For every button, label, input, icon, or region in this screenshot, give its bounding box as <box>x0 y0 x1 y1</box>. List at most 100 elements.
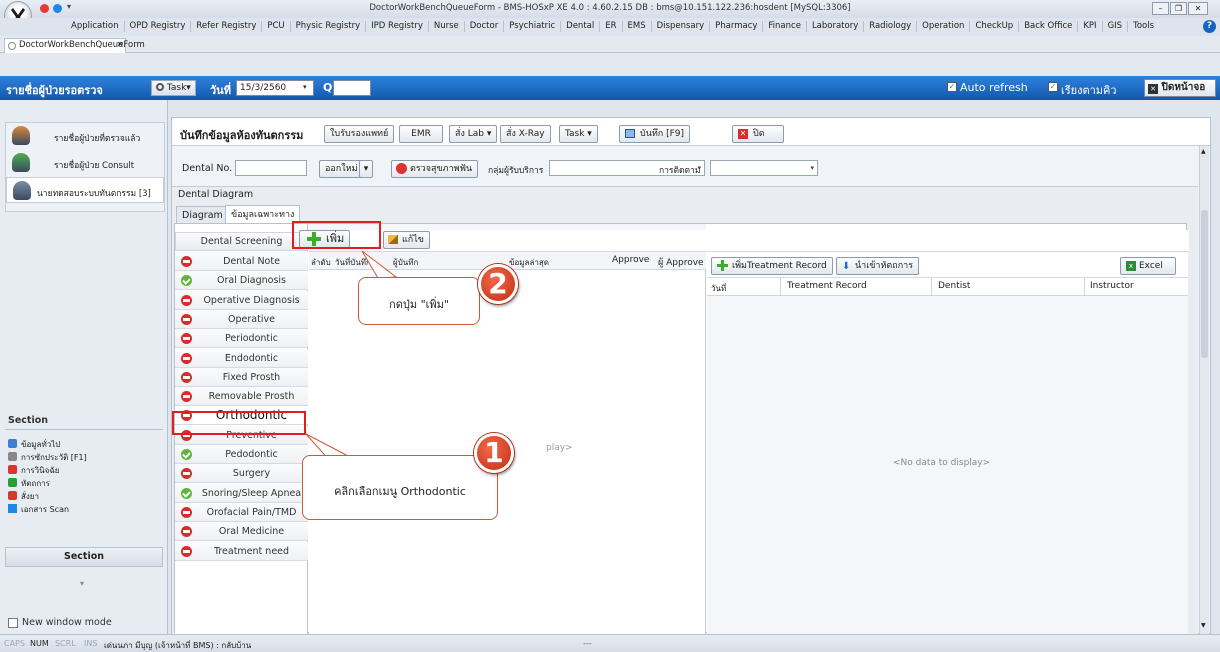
sidebar-item-orofacial-pain-tmd[interactable]: Orofacial Pain/TMD <box>175 502 308 522</box>
close-form-button[interactable]: ✕ ปิด <box>732 125 784 143</box>
new-number-dropdown[interactable]: ▾ <box>359 160 373 178</box>
menu-physic-registry[interactable]: Physic Registry <box>289 21 366 32</box>
menu-dental[interactable]: Dental <box>560 21 599 32</box>
grid1-col-date[interactable]: วันที่บันทึก <box>335 256 371 269</box>
section-item[interactable]: การวินิจฉัย <box>8 463 158 476</box>
sidebar-item-dental-note[interactable]: Dental Note <box>175 252 308 271</box>
menu-application[interactable]: Application <box>66 21 124 32</box>
auto-refresh-checkbox[interactable]: ✓ <box>947 82 957 92</box>
save-button[interactable]: บันทึก [F9] <box>619 125 691 143</box>
import-procedure-button[interactable]: ⬇ นำเข้าหัตถการ <box>836 257 920 275</box>
emr-button[interactable]: EMR <box>399 125 443 143</box>
add-treatment-button[interactable]: เพิ่มTreatment Record <box>711 257 833 275</box>
medical-cert-button[interactable]: ใบรับรองแพทย์ <box>324 125 395 143</box>
step-2-badge: 2 <box>478 264 518 304</box>
date-picker[interactable]: 15/3/2560 ▾ <box>236 80 314 96</box>
section-item[interactable]: การซักประวัติ [F1] <box>8 450 158 463</box>
close-screen-button[interactable]: ✕ ปิดหน้าจอ <box>1144 79 1216 97</box>
task-dropdown[interactable]: Task▾ <box>151 80 196 96</box>
menu-refer-registry[interactable]: Refer Registry <box>190 21 261 32</box>
menu-ipd-registry[interactable]: IPD Registry <box>365 21 428 32</box>
quick-access-icon-2[interactable] <box>53 4 62 13</box>
tab-close-icon[interactable]: ✕ <box>117 40 124 49</box>
menu-gis[interactable]: GIS <box>1101 21 1128 32</box>
menu-opd-registry[interactable]: OPD Registry <box>123 21 191 32</box>
grid1-col-approver[interactable]: ผู้ Approve <box>658 255 704 269</box>
order-lab-button[interactable]: สั่ง Lab ▾ <box>449 125 498 143</box>
menu-ems[interactable]: EMS <box>621 21 651 32</box>
menu-doctor[interactable]: Doctor <box>463 21 503 32</box>
menu-dispensary[interactable]: Dispensary <box>650 21 710 32</box>
content-scrollbar[interactable]: ▲ ▼ <box>1199 146 1209 634</box>
document-tab[interactable]: DoctorWorkBenchQueueForm ✕ <box>4 38 145 53</box>
section-expand-icon[interactable]: ▾ <box>80 579 84 588</box>
sidebar-item-oral-medicine[interactable]: Oral Medicine <box>175 522 308 542</box>
sidebar-item-fixed-prosth[interactable]: Fixed Prosth <box>175 367 308 387</box>
patient-list-item[interactable]: รายชื่อผู้ป่วยที่ตรวจแล้ว <box>6 123 164 149</box>
edit-button[interactable]: แก้ไข <box>383 231 430 249</box>
quick-access-dropdown-icon[interactable]: ▾ <box>67 2 71 11</box>
section-item[interactable]: หัตถการ <box>8 476 158 489</box>
grid2-col-treatment[interactable]: Treatment Record <box>787 281 867 291</box>
section-item[interactable]: ข้อมูลทั่วไป <box>8 437 158 450</box>
patient-list-item[interactable]: รายชื่อผู้ป่วย Consult <box>6 150 164 176</box>
grid2-col-date[interactable]: วันที่ <box>711 282 726 295</box>
new-window-checkbox[interactable] <box>8 618 18 628</box>
section-item[interactable]: เอกสาร Scan <box>8 502 158 515</box>
q-input[interactable] <box>333 80 371 96</box>
sidebar-item-pedodontic[interactable]: Pedodontic <box>175 445 308 464</box>
sidebar-item-periodontic[interactable]: Periodontic <box>175 329 308 349</box>
grid1-col-order[interactable]: ลำดับ <box>311 256 331 269</box>
patient-list-item[interactable]: นายทดสอบระบบทันตกรรม [3] <box>6 177 164 203</box>
menu-er[interactable]: ER <box>599 21 621 32</box>
scroll-thumb[interactable] <box>1201 210 1208 358</box>
grid1-col-approve[interactable]: Approve <box>612 255 649 265</box>
restore-button[interactable]: ❐ <box>1170 2 1187 15</box>
menu-checkup[interactable]: CheckUp <box>969 21 1018 32</box>
sidebar-item-operative[interactable]: Operative <box>175 309 308 329</box>
close-window-button[interactable]: ✕ <box>1188 2 1208 15</box>
dental-exam-button[interactable]: ตรวจสุขภาพฟัน <box>391 160 479 178</box>
menu-laboratory[interactable]: Laboratory <box>805 21 863 32</box>
sort-queue-checkbox[interactable]: ✓ <box>1048 82 1058 92</box>
sidebar-item-removable-prosth[interactable]: Removable Prosth <box>175 387 308 407</box>
section-button[interactable]: Section <box>5 547 163 567</box>
highlight-add-button <box>292 221 381 249</box>
sidebar-item-treatment-need[interactable]: Treatment need <box>175 541 308 561</box>
sidebar-item-surgery[interactable]: Surgery <box>175 464 308 484</box>
menu-tools[interactable]: Tools <box>1127 21 1159 32</box>
date-dropdown-icon[interactable]: ▾ <box>303 83 307 91</box>
sidebar-item-operative-diagnosis[interactable]: Operative Diagnosis <box>175 290 308 310</box>
sidebar-header-dental-screening[interactable]: Dental Screening <box>175 232 308 251</box>
sidebar-item-snoring-sleep-apnea[interactable]: Snoring/Sleep Apnea <box>175 483 308 503</box>
excel-button[interactable]: x Excel <box>1120 257 1176 275</box>
tab-specialty-data[interactable]: ข้อมูลเฉพาะทาง <box>225 205 301 223</box>
new-number-button[interactable]: ออกใหม่ <box>319 160 364 178</box>
help-icon[interactable]: ? <box>1203 20 1216 33</box>
menu-radiology[interactable]: Radiology <box>863 21 916 32</box>
task-menu-button[interactable]: Task ▾ <box>559 125 598 143</box>
grid1-col-latest[interactable]: ข้อมูลล่าสุด <box>509 256 549 269</box>
grid2-col-instructor[interactable]: Instructor <box>1090 281 1134 291</box>
menu-back-office[interactable]: Back Office <box>1018 21 1077 32</box>
scroll-down-icon[interactable]: ▼ <box>1201 622 1206 629</box>
sidebar-item-endodontic[interactable]: Endodontic <box>175 348 308 368</box>
quick-access-icon-1[interactable] <box>40 4 49 13</box>
sidebar-item-oral-diagnosis[interactable]: Oral Diagnosis <box>175 271 308 291</box>
scroll-up-icon[interactable]: ▲ <box>1201 148 1206 155</box>
menu-pcu[interactable]: PCU <box>261 21 289 32</box>
minimize-button[interactable]: – <box>1152 2 1169 15</box>
dental-no-input[interactable] <box>235 160 307 176</box>
menu-finance[interactable]: Finance <box>762 21 806 32</box>
tab-diagram[interactable]: Diagram <box>176 206 229 223</box>
menu-operation[interactable]: Operation <box>916 21 969 32</box>
order-xray-button[interactable]: สั่ง X-Ray <box>500 125 551 143</box>
menu-pharmacy[interactable]: Pharmacy <box>709 21 762 32</box>
menu-nurse[interactable]: Nurse <box>427 21 464 32</box>
section-item[interactable]: สั่งยา <box>8 489 158 502</box>
grid1-col-recorder[interactable]: ผู้บันทึก <box>393 256 418 269</box>
menu-psychiatric[interactable]: Psychiatric <box>503 21 560 32</box>
grid2-col-dentist[interactable]: Dentist <box>938 281 970 291</box>
followup-select[interactable]: ▾ <box>710 160 818 176</box>
menu-kpi[interactable]: KPI <box>1077 21 1101 32</box>
